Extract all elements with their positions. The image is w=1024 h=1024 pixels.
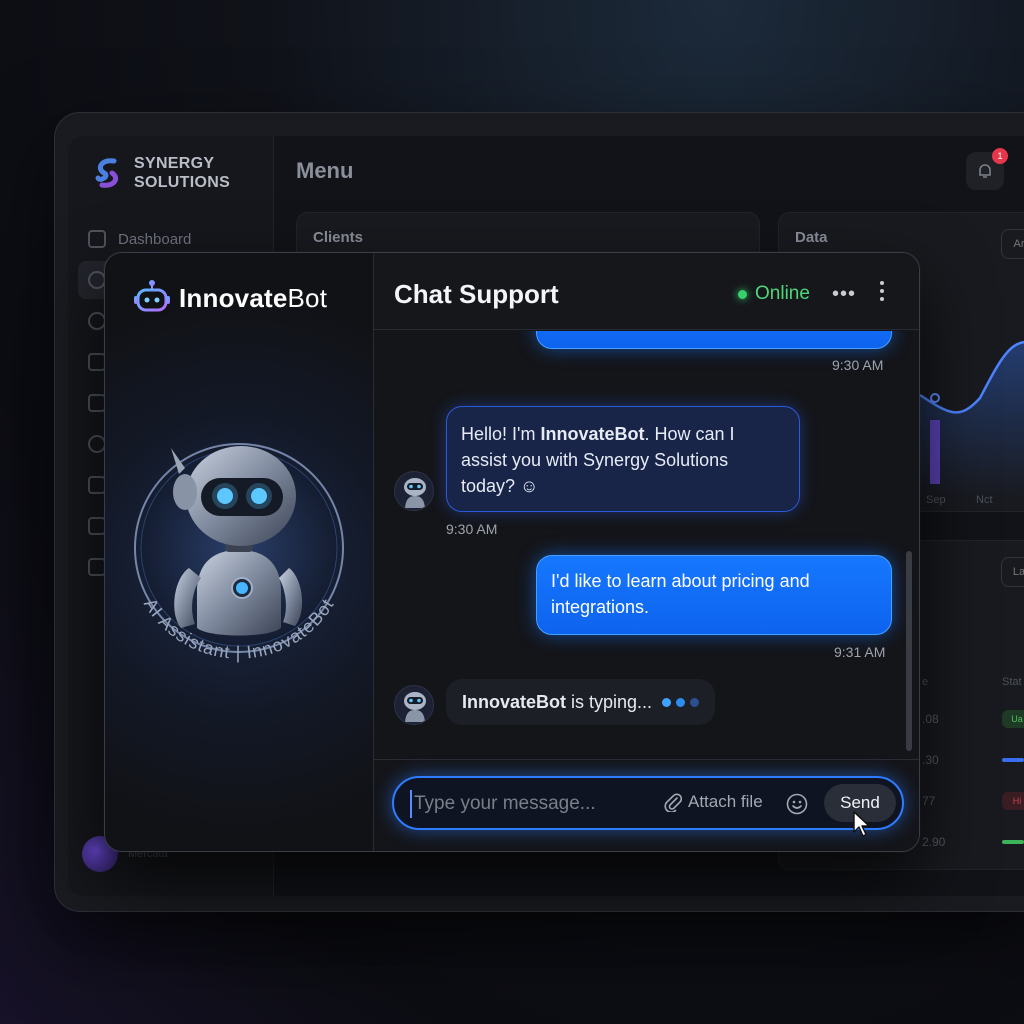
status-bar: [1002, 840, 1024, 844]
bot-message-bold: InnovateBot: [540, 424, 645, 444]
sidebar-item-label: Dashboard: [118, 230, 192, 248]
bot-logo-icon: [134, 280, 170, 312]
chart-tick-label: Sep: [926, 494, 946, 506]
message-list[interactable]: 9:30 AM Hello! I'm InnovateBot. How can …: [374, 331, 919, 759]
user-message-bubble: [536, 331, 892, 349]
bot-brand-bold: Innovate: [179, 282, 288, 313]
online-status: Online: [738, 283, 810, 305]
status-bar: [1002, 758, 1024, 762]
message-timestamp: 9:31 AM: [834, 644, 886, 660]
chart-tick-label: Nct: [976, 494, 993, 506]
bell-icon: [979, 164, 991, 178]
notification-badge: 1: [992, 148, 1008, 164]
notification-button[interactable]: 1: [966, 148, 1008, 190]
mouse-cursor-icon: [853, 811, 870, 837]
synergy-logo-icon: [95, 158, 119, 188]
robot-illustration: AI Assistant | InnovateBot: [134, 443, 344, 663]
typing-indicator: InnovateBot is typing...: [446, 679, 716, 725]
composer: Attach file Send: [374, 759, 919, 851]
brand-name: SYNERGY SOLUTIONS: [134, 154, 244, 192]
brand-line-2: SOLUTIONS: [134, 174, 231, 191]
chat-panel: Chat Support Online ••• 9:30 AM Hello! I…: [373, 253, 919, 851]
bot-avatar: [394, 471, 434, 511]
clients-title: Clients: [313, 229, 364, 246]
brand: SYNERGY SOLUTIONS: [92, 154, 244, 192]
typing-text: is typing...: [566, 691, 653, 712]
robot-avatar-icon: [404, 478, 426, 508]
status-badge: Hi: [1002, 792, 1024, 810]
message-timestamp: 9:30 AM: [832, 357, 884, 373]
bot-avatar: [394, 685, 434, 725]
status-badge: Ua: [1002, 710, 1024, 728]
bot-brand-name: InnovateBot: [179, 283, 327, 314]
online-dot-icon: [738, 289, 747, 299]
chat-header: Chat Support Online •••: [374, 253, 919, 330]
chat-title: Chat Support: [394, 279, 559, 309]
bot-message-bubble: Hello! I'm InnovateBot. How can I assist…: [446, 406, 800, 512]
bot-avatar-ring: AI Assistant | InnovateBot: [119, 428, 359, 668]
typing-name: InnovateBot: [462, 691, 567, 712]
typing-dots-icon: [662, 697, 700, 707]
user-message-bubble: I'd like to learn about pricing and inte…: [536, 555, 892, 635]
chat-window: InnovateBot AI Assistant | InnovateBot C…: [104, 252, 920, 852]
table-cell: 77: [922, 794, 936, 808]
data-title: Data: [795, 229, 828, 246]
page-title: Menu: [296, 158, 354, 183]
bot-brand: InnovateBot: [133, 279, 327, 317]
more-vertical-icon[interactable]: [880, 281, 884, 301]
table-header: Stat: [1002, 676, 1022, 688]
emoji-icon[interactable]: [786, 793, 808, 815]
table-cell: 2.90: [922, 835, 946, 849]
brand-line-1: SYNERGY: [134, 155, 215, 172]
table-cell: .30: [922, 753, 939, 767]
user-message-text: I'd like to learn about pricing and inte…: [551, 571, 810, 617]
typing-label: InnovateBot is typing...: [462, 692, 652, 713]
message-input[interactable]: [410, 790, 650, 818]
table-cell: .08: [922, 712, 939, 726]
bot-brand-light: Bot: [287, 282, 328, 313]
data-range-button[interactable]: Ar: [1001, 229, 1024, 259]
message-input-box: Attach file Send: [392, 776, 904, 830]
grid-icon: [88, 230, 106, 248]
robot-avatar-icon: [404, 692, 426, 722]
attach-file-label: Attach file: [688, 792, 763, 811]
bot-message-text: Hello! I'm: [461, 424, 541, 444]
table-header: e: [922, 676, 929, 688]
table-filter-button[interactable]: La: [1001, 557, 1024, 587]
more-horizontal-icon[interactable]: •••: [832, 283, 856, 306]
attach-file-button[interactable]: Attach file: [664, 792, 763, 812]
paperclip-icon: [664, 793, 682, 812]
message-timestamp: 9:30 AM: [446, 521, 498, 537]
scrollbar[interactable]: [906, 551, 912, 751]
bot-profile-panel: InnovateBot AI Assistant | InnovateBot: [105, 253, 373, 851]
online-label: Online: [755, 283, 810, 304]
